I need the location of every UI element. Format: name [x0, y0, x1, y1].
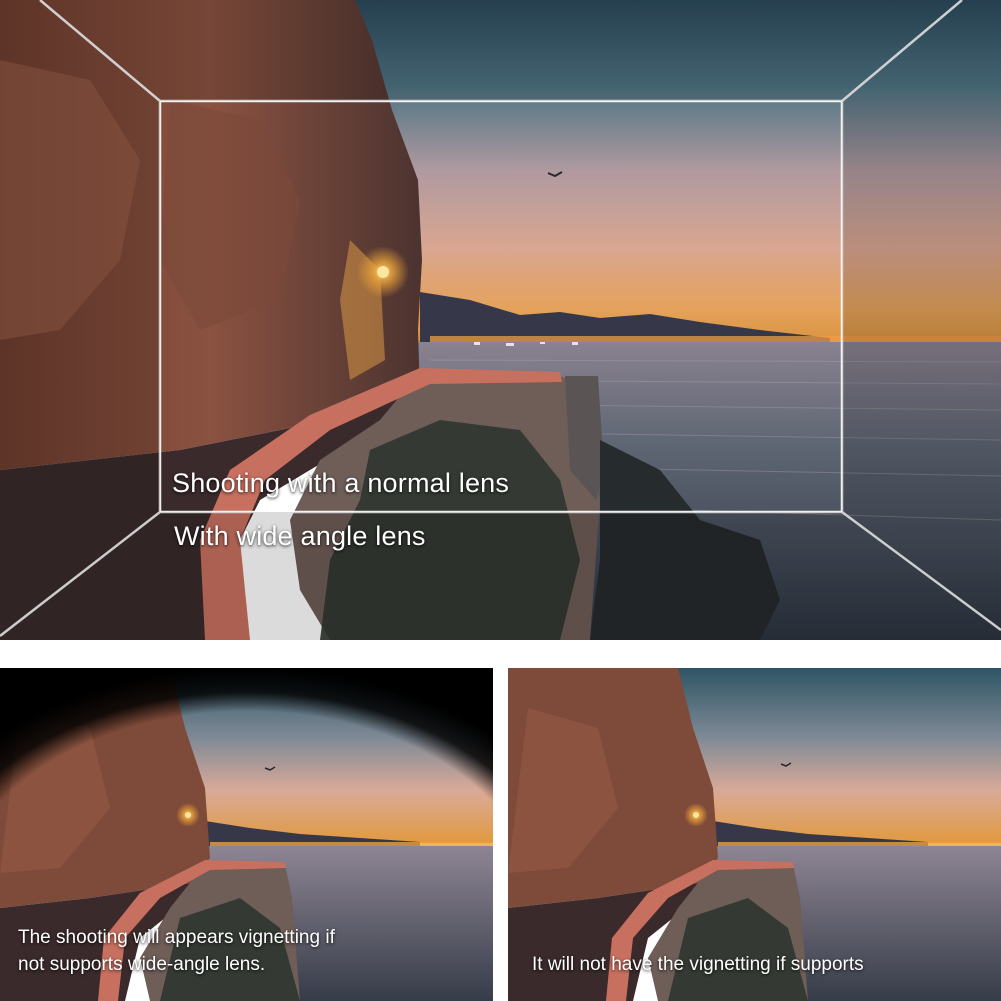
vignetting-caption-line1: The shooting will appears vignetting if	[18, 927, 335, 948]
normal-lens-caption: Shooting with a normal lens	[172, 468, 510, 498]
vignetting-example-photo: The shooting will appears vignetting if …	[0, 668, 493, 1001]
no-vignetting-example-photo: It will not have the vignetting if suppo…	[508, 668, 1001, 1001]
coastal-sunset-scene	[0, 0, 1001, 640]
wide-lens-caption: With wide angle lens	[174, 521, 426, 551]
wide-angle-comparison-photo: Shooting with a normal lens With wide an…	[0, 0, 1001, 640]
vignetting-caption-line2: not supports wide-angle lens.	[18, 954, 266, 975]
no-vignetting-caption: It will not have the vignetting if suppo…	[532, 954, 864, 975]
